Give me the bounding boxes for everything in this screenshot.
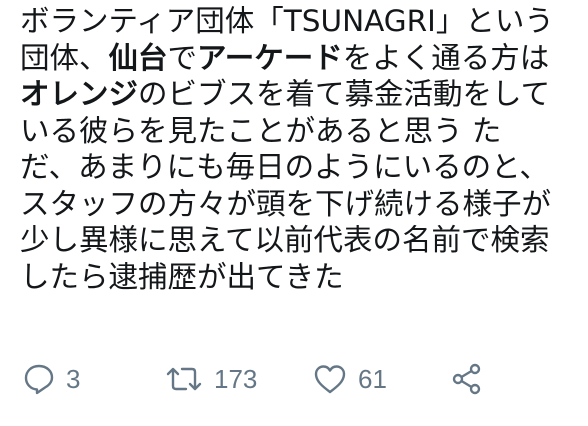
tweet-line: いる彼らを見たことがあると思う た <box>20 113 580 150</box>
tweet-text-segment: したら逮捕歴が出てきた <box>20 259 344 294</box>
tweet-text-segment: をよく通る方は <box>342 40 550 75</box>
tweet-text-segment: いる彼らを見たことがあると思う た <box>20 113 502 148</box>
tweet-line: したら逮捕歴が出てきた <box>20 259 580 296</box>
like-button[interactable]: 61 <box>312 360 387 398</box>
tweet-line: だ、あまりにも毎日のようにいるのと、 <box>20 149 580 186</box>
reply-icon <box>22 362 56 396</box>
tweet-text-bold-segment: 仙台 <box>108 40 168 75</box>
reply-count: 3 <box>66 363 81 394</box>
tweet-line: スタッフの方々が頭を下げ続ける様子が <box>20 186 580 223</box>
tweet-text-bold-segment: オレンジ <box>20 77 139 111</box>
retweet-icon <box>164 362 204 396</box>
share-button[interactable] <box>450 360 484 398</box>
tweet-actions: 3 173 61 <box>22 360 582 400</box>
tweet-text-segment: で <box>167 40 198 75</box>
tweet-text-segment: のビブスを着て募金活動をして <box>138 77 551 111</box>
tweet-text-segment: ボランティア団体「TSUNAGRI」という <box>20 4 554 38</box>
tweet-text-segment: 団体、 <box>20 40 109 75</box>
tweet-line: 団体、仙台でアーケードをよく通る方は <box>20 40 580 77</box>
retweet-count: 173 <box>214 363 258 394</box>
heart-icon <box>312 362 348 396</box>
tweet-card: ボランティア団体「TSUNAGRI」という 団体、仙台でアーケードをよく通る方はオ… <box>0 0 588 426</box>
tweet-text-segment: 少し異様に思えて以前代表の名前で検索 <box>20 223 550 257</box>
tweet-line: 少し異様に思えて以前代表の名前で検索 <box>20 222 580 259</box>
tweet-text-segment: だ、あまりにも毎日のようにいるのと、 <box>20 150 549 184</box>
like-count: 61 <box>358 363 387 394</box>
tweet-line: オレンジのビブスを着て募金活動をして <box>20 76 580 113</box>
tweet-text: ボランティア団体「TSUNAGRI」という 団体、仙台でアーケードをよく通る方はオ… <box>20 3 580 295</box>
tweet-text-bold-segment: アーケード <box>197 40 343 75</box>
share-icon <box>450 362 484 396</box>
retweet-button[interactable]: 173 <box>164 360 257 398</box>
reply-button[interactable]: 3 <box>22 360 80 398</box>
tweet-line: ボランティア団体「TSUNAGRI」という <box>20 3 580 40</box>
tweet-text-segment: スタッフの方々が頭を下げ続ける様子が <box>20 186 552 221</box>
